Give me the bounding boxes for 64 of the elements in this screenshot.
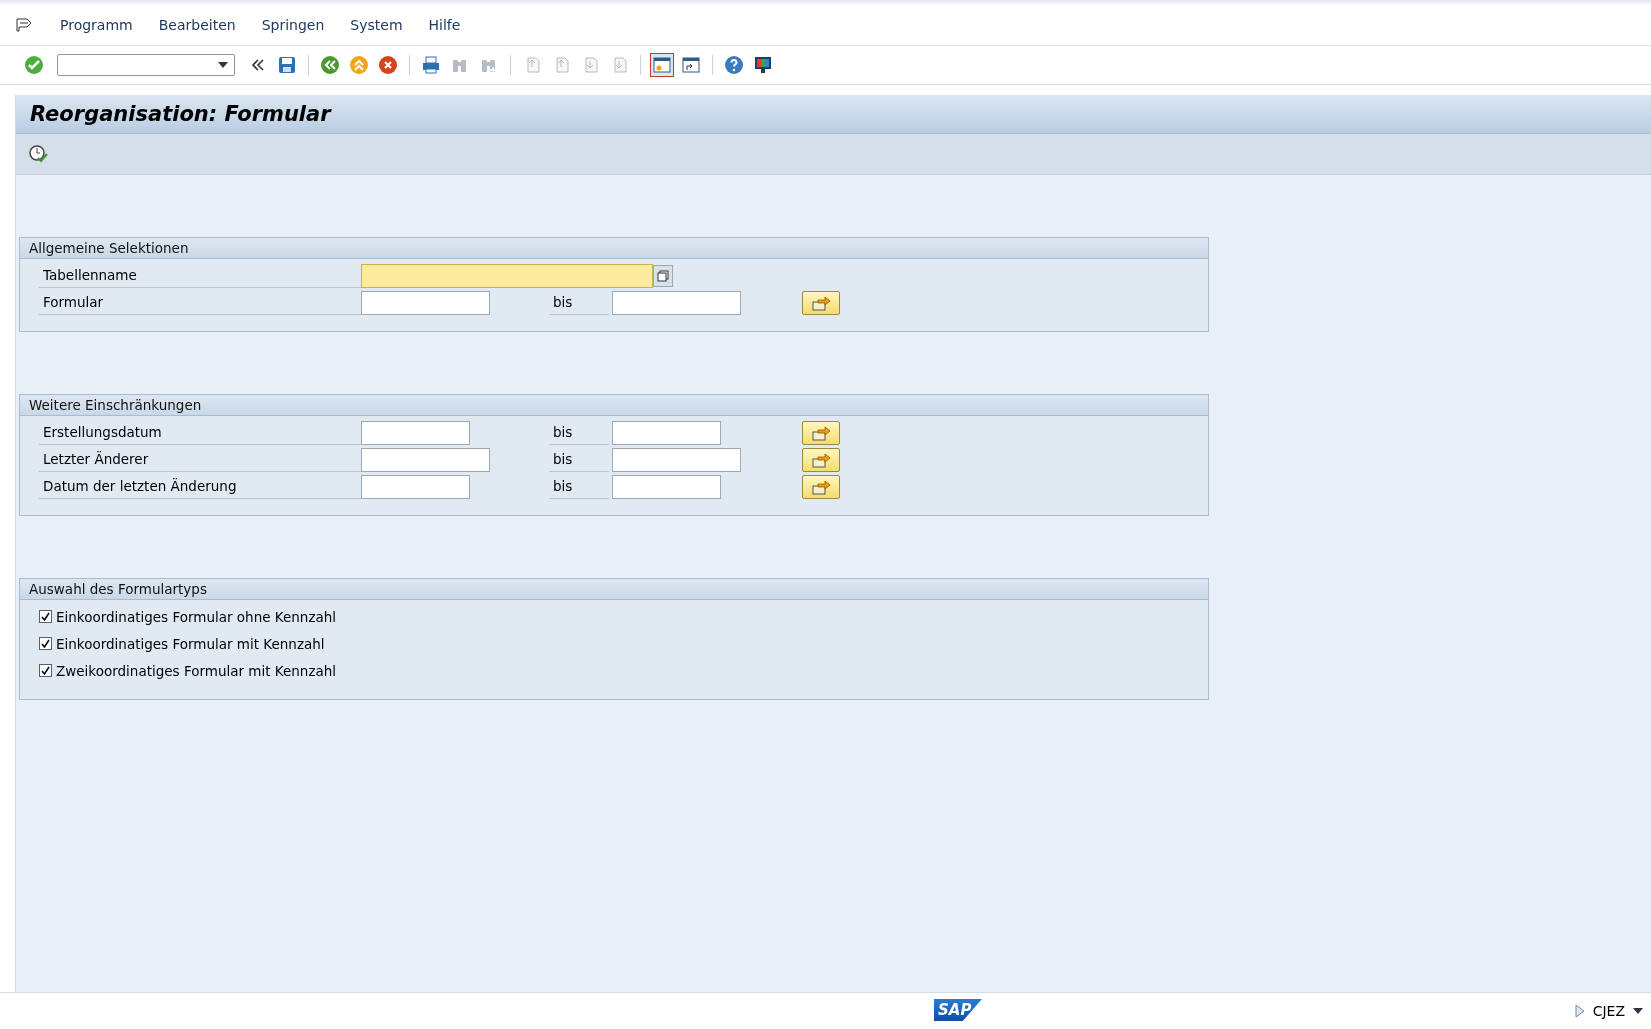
input-field[interactable] xyxy=(361,474,470,499)
toolbar-button[interactable] xyxy=(650,53,674,77)
group-title: Allgemeine Selektionen xyxy=(20,238,1208,259)
double-chevron-icon xyxy=(251,59,265,71)
multiple-selection-button[interactable] xyxy=(802,290,840,315)
menu-item[interactable]: Hilfe xyxy=(428,17,461,33)
menu-icon[interactable] xyxy=(16,18,34,32)
checkbox-box[interactable] xyxy=(39,610,52,623)
field-label: bis xyxy=(549,290,609,315)
field-label: bis xyxy=(549,420,609,445)
menu-item[interactable]: System xyxy=(350,17,403,33)
window-icon xyxy=(652,55,672,75)
field-label: Tabellenname xyxy=(39,263,361,288)
print-icon xyxy=(421,55,441,75)
menu-item[interactable]: Springen xyxy=(261,17,325,33)
input-field[interactable] xyxy=(361,420,470,445)
multiple-selection-button[interactable] xyxy=(802,420,840,445)
input-field[interactable] xyxy=(612,420,721,445)
command-field[interactable] xyxy=(57,54,235,76)
input-field[interactable] xyxy=(612,290,741,315)
save-icon xyxy=(277,55,297,75)
logo: SAP xyxy=(934,999,982,1021)
input-field[interactable] xyxy=(361,447,490,472)
field-label: bis xyxy=(549,474,609,499)
dropdown-caret-icon[interactable] xyxy=(1633,1008,1643,1014)
multiple-selection-button[interactable] xyxy=(802,474,840,499)
input-field[interactable] xyxy=(361,263,653,288)
check-icon xyxy=(24,55,44,75)
field-label: Letzter Änderer xyxy=(39,447,361,472)
input-field[interactable] xyxy=(612,474,721,499)
window-icon xyxy=(681,55,701,75)
arrow-into-tray-icon xyxy=(811,294,831,311)
arrow-into-tray-icon xyxy=(811,424,831,441)
monitor-icon xyxy=(753,55,773,75)
back-icon xyxy=(320,55,340,75)
exit-icon xyxy=(349,55,369,75)
value-help-button[interactable] xyxy=(653,264,673,287)
screen-title: Reorganisation: Formular xyxy=(30,102,331,126)
tick-icon xyxy=(41,639,50,648)
group-title: Weitere Einschränkungen xyxy=(20,395,1208,416)
field-label: Formular xyxy=(39,290,361,315)
play-icon[interactable] xyxy=(1574,1004,1585,1018)
tick-icon xyxy=(41,666,50,675)
copy-icon xyxy=(657,269,669,282)
arrow-into-tray-icon xyxy=(811,451,831,468)
checkbox-box[interactable] xyxy=(39,637,52,650)
tick-icon xyxy=(41,612,50,621)
input-field[interactable] xyxy=(361,290,490,315)
menu-item[interactable]: Bearbeiten xyxy=(158,17,236,33)
menu-item[interactable]: Programm xyxy=(60,17,133,33)
checkbox-box[interactable] xyxy=(39,664,52,677)
clock-check-icon xyxy=(28,144,48,164)
dropdown-caret-icon xyxy=(218,62,228,68)
system-name[interactable]: CJEZ xyxy=(1592,1003,1625,1019)
arrow-into-tray-icon xyxy=(811,478,831,495)
field-label: bis xyxy=(549,447,609,472)
cancel-icon xyxy=(378,55,398,75)
group-title: Auswahl des Formulartyps xyxy=(20,579,1208,600)
multiple-selection-button[interactable] xyxy=(802,447,840,472)
input-field[interactable] xyxy=(612,447,741,472)
field-label: Datum der letzten Änderung xyxy=(39,474,361,499)
help-icon xyxy=(724,55,744,75)
toolbar-button[interactable] xyxy=(376,53,400,77)
field-label: Erstellungsdatum xyxy=(39,420,361,445)
